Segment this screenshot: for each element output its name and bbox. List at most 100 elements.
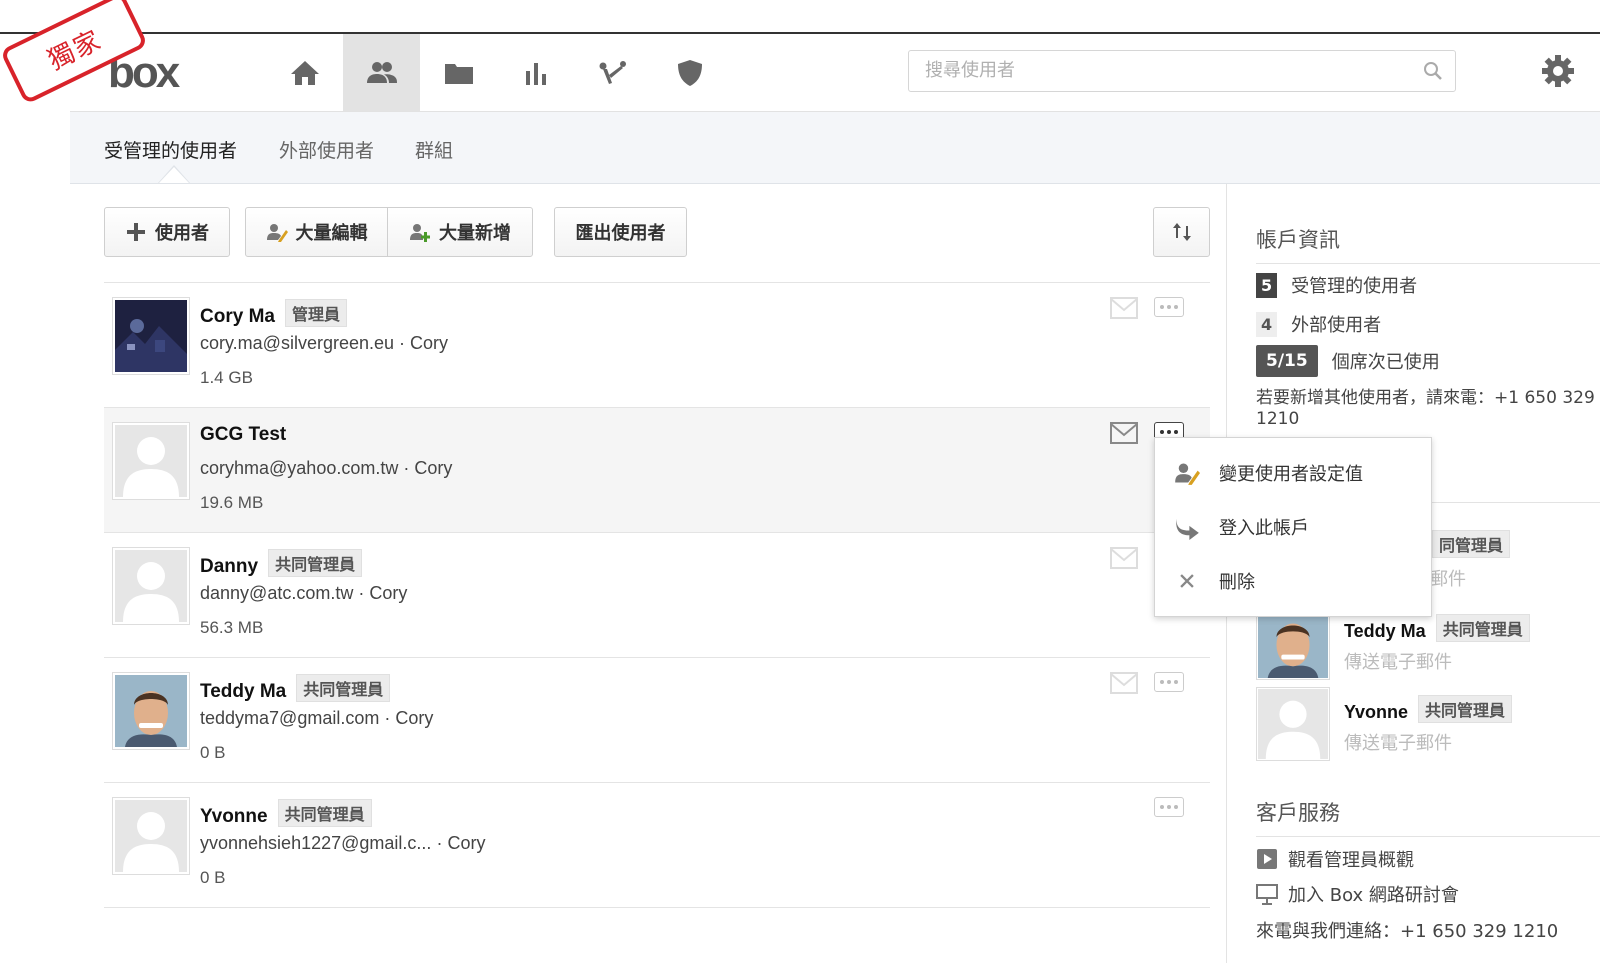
role-badge: 共同管理員 [296, 674, 391, 702]
search-input[interactable] [909, 51, 1421, 89]
avatar [1256, 606, 1330, 680]
table-row[interactable]: GCG Test coryhma@yahoo.com.tw · Cory 19.… [104, 408, 1210, 533]
user-name[interactable]: GCG Test [200, 424, 286, 446]
envelope-icon[interactable] [1110, 297, 1138, 319]
role-badge: 共同管理員 [277, 799, 372, 827]
user-storage: 1.4 GB [200, 368, 253, 387]
login-arrow-icon [1176, 518, 1199, 540]
envelope-icon[interactable] [1110, 547, 1138, 569]
default-avatar-icon [115, 425, 187, 497]
external-users-stat[interactable]: 4 外部使用者 [1256, 311, 1381, 337]
section-divider [1256, 263, 1600, 264]
bulk-add-button[interactable]: 大量新增 [387, 207, 533, 257]
home-icon [290, 60, 319, 85]
more-actions-button[interactable] [1154, 297, 1184, 317]
nav-users[interactable] [343, 34, 420, 111]
user-actions-menu: 變更使用者設定值 登入此帳戶 刪除 [1154, 437, 1432, 617]
menu-item-change-settings[interactable]: 變更使用者設定值 [1155, 450, 1431, 496]
seats-count: 5/15 [1256, 345, 1318, 377]
webinar-label: 加入 Box 網路研討會 [1288, 885, 1459, 906]
more-actions-button[interactable] [1154, 672, 1184, 692]
add-users-note: 若要新增其他使用者，請來電：+1 650 329 1210 [1256, 388, 1595, 429]
user-storage: 0 B [200, 868, 226, 887]
tab-managed-users[interactable]: 受管理的使用者 [104, 136, 237, 163]
user-name[interactable]: Cory Ma 管理員 [200, 299, 347, 328]
nav-security[interactable] [651, 34, 728, 111]
user-name[interactable]: Teddy Ma 共同管理員 [200, 674, 391, 703]
avatar [112, 672, 190, 750]
co-admin-partial: 同管理員 [1432, 530, 1511, 558]
send-email-link[interactable]: 傳送電子郵件 [1344, 729, 1452, 755]
sort-button[interactable] [1153, 207, 1210, 257]
user-email: danny@atc.com.tw · Cory [200, 583, 408, 603]
export-users-button[interactable]: 匯出使用者 [554, 207, 687, 257]
table-row[interactable]: Cory Ma 管理員 cory.ma@silvergreen.eu · Cory… [104, 283, 1210, 408]
default-avatar-icon [115, 800, 187, 872]
join-webinar-link[interactable]: 加入 Box 網路研討會 [1256, 881, 1459, 907]
table-row[interactable]: Danny 共同管理員 danny@atc.com.tw · Cory 56.3 … [104, 533, 1210, 658]
seats-stat: 5/15 個席次已使用 [1256, 345, 1440, 377]
user-storage: 0 B [200, 743, 226, 762]
gear-icon[interactable] [1541, 54, 1575, 88]
user-name[interactable]: Yvonne 共同管理員 [200, 799, 372, 828]
nav-reports[interactable] [497, 34, 574, 111]
menu-label: 變更使用者設定值 [1219, 464, 1363, 485]
table-row[interactable]: Yvonne 共同管理員 yvonnehsieh1227@gmail.c... ·… [104, 783, 1210, 908]
add-user-button[interactable]: 使用者 [104, 207, 230, 257]
envelope-icon[interactable] [1110, 422, 1138, 444]
managed-count: 5 [1256, 272, 1278, 298]
tab-external-users[interactable]: 外部使用者 [279, 136, 374, 163]
bar-chart-icon [525, 62, 546, 85]
more-actions-button[interactable] [1154, 797, 1184, 817]
role-badge: 共同管理員 [1418, 695, 1513, 723]
menu-label: 刪除 [1219, 572, 1255, 593]
apps-icon [599, 60, 626, 84]
search-icon[interactable] [1423, 61, 1443, 81]
nav-folders[interactable] [420, 34, 497, 111]
users-icon [366, 61, 397, 83]
tab-groups[interactable]: 群組 [415, 136, 453, 163]
external-count: 4 [1256, 311, 1278, 337]
nav-apps[interactable] [574, 34, 651, 111]
active-tab-caret [158, 165, 190, 183]
menu-item-login-as[interactable]: 登入此帳戶 [1155, 504, 1431, 550]
user-edit-icon [1175, 463, 1200, 485]
envelope-icon[interactable] [1110, 672, 1138, 694]
user-photo [115, 675, 187, 747]
nav-home[interactable] [266, 34, 343, 111]
account-info-title: 帳戶資訊 [1256, 228, 1340, 252]
bulk-edit-button[interactable]: 大量編輯 [245, 207, 388, 257]
user-email: yvonnehsieh1227@gmail.c... · Cory [200, 833, 486, 853]
avatar [112, 422, 190, 500]
user-photo [1258, 608, 1328, 678]
section-divider [1256, 836, 1600, 837]
watch-label: 觀看管理員概觀 [1288, 850, 1414, 871]
avatar [112, 797, 190, 875]
user-email: coryhma@yahoo.com.tw · Cory [200, 458, 453, 478]
role-badge: 管理員 [284, 299, 347, 327]
shield-icon [677, 59, 702, 86]
table-row[interactable]: Teddy Ma 共同管理員 teddyma7@gmail.com · Cory … [104, 658, 1210, 783]
default-avatar-icon [115, 550, 187, 622]
menu-item-delete[interactable]: 刪除 [1155, 558, 1431, 604]
add-user-label: 使用者 [155, 223, 209, 244]
sub-nav: 受管理的使用者 外部使用者 群組 [70, 112, 1600, 184]
role-badge: 共同管理員 [1435, 614, 1530, 642]
bulk-edit-label: 大量編輯 [295, 223, 368, 244]
co-admin-partial-mail[interactable]: 郵件 [1430, 565, 1466, 591]
avatar [1256, 687, 1330, 761]
user-photo [115, 300, 187, 372]
managed-label: 受管理的使用者 [1291, 276, 1418, 297]
menu-label: 登入此帳戶 [1219, 518, 1309, 539]
seats-label: 個席次已使用 [1331, 352, 1440, 373]
bulk-add-label: 大量新增 [439, 223, 511, 244]
user-name[interactable]: Danny 共同管理員 [200, 549, 363, 578]
avatar [112, 297, 190, 375]
presentation-icon [1256, 884, 1278, 905]
external-label: 外部使用者 [1291, 315, 1382, 336]
user-add-icon [410, 224, 430, 242]
send-email-link[interactable]: 傳送電子郵件 [1344, 648, 1452, 674]
watch-admin-overview-link[interactable]: 觀看管理員概觀 [1256, 846, 1414, 872]
managed-users-stat[interactable]: 5 受管理的使用者 [1256, 272, 1417, 298]
support-title: 客戶服務 [1256, 801, 1340, 825]
